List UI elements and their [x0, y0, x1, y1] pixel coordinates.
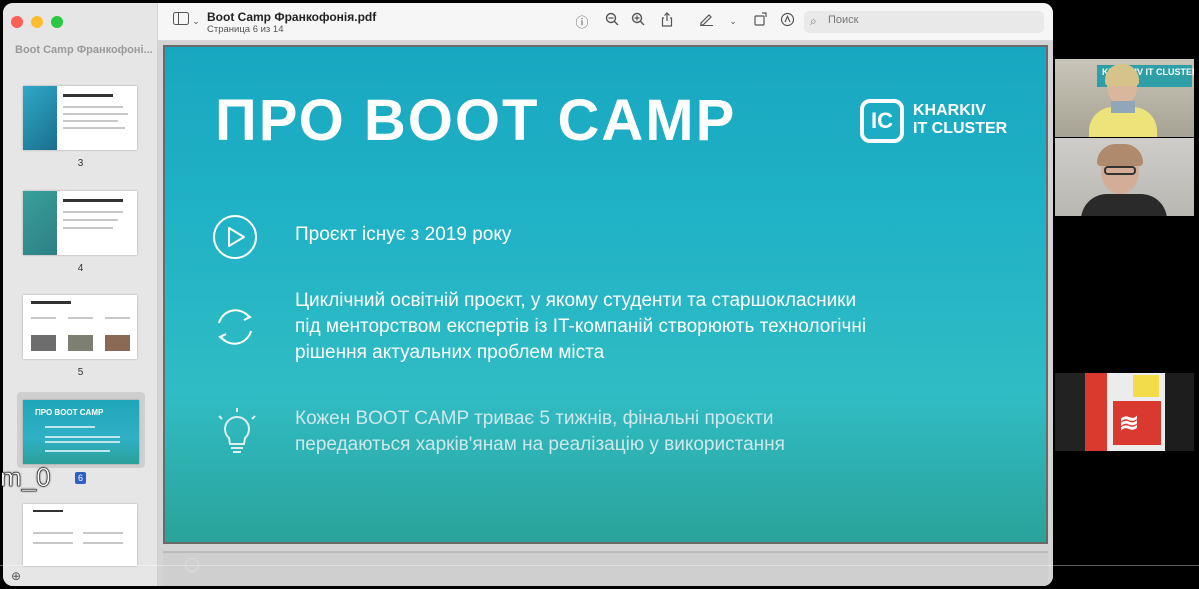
wall-shadow: [1165, 373, 1194, 451]
thumbnail-line: [63, 127, 125, 129]
page-thumbnail-4[interactable]: [23, 191, 137, 255]
thumbnail-heading: [63, 199, 123, 202]
lightbulb-icon: [215, 408, 259, 461]
overlay-label: m_0: [0, 462, 51, 493]
row-text-2: Циклічний освітній проєкт, у якому студе…: [295, 288, 866, 366]
toolbar: ⌄ Boot Camp Франкофонія.pdf Страница 6 и…: [158, 3, 1053, 41]
row-text-2-line-3: рішення актуальних проблем міста: [295, 342, 605, 363]
progress-knob[interactable]: [185, 558, 199, 572]
logo-line-2: IT CLUSTER: [913, 120, 1008, 137]
person-hair: [1105, 64, 1139, 86]
row-text-2-line-1: Циклічний освітній проєкт, у якому студе…: [295, 290, 857, 311]
zoom-window-button[interactable]: [51, 16, 63, 28]
page-number-4: 4: [77, 263, 84, 274]
thumbnail-line: [83, 532, 123, 534]
play-icon: [211, 213, 259, 266]
chevron-down-icon[interactable]: ⌄: [724, 16, 742, 27]
thumbnail-line: [45, 450, 110, 452]
zoom-in-icon[interactable]: [629, 12, 647, 29]
thumbnail-line: [45, 441, 120, 443]
poster-red-stripe: [1085, 373, 1107, 451]
kharkiv-it-cluster-logo: IC: [860, 99, 904, 143]
annotate-icon[interactable]: [778, 12, 796, 30]
thumbnail-sidebar: Boot Camp Франкофоні... 3 4 5 ПРО BOOT C…: [3, 3, 158, 586]
person-body: [1081, 194, 1167, 216]
search-field[interactable]: ⌕: [804, 11, 1044, 33]
rotate-icon[interactable]: [752, 12, 770, 29]
thumbnail-line: [68, 317, 93, 319]
page-thumbnail-3[interactable]: [23, 86, 137, 150]
page-indicator: Страница 6 из 14: [207, 24, 284, 35]
add-page-icon[interactable]: ⊕: [11, 569, 21, 583]
video-progress-bar[interactable]: [0, 565, 1199, 566]
thumbnail-line: [63, 120, 118, 122]
thumbnail-line: [33, 542, 73, 544]
slide-page-6: ПРО BOOT CAMP IC KHARKIV IT CLUSTER Проє…: [163, 45, 1048, 544]
person-hair: [1097, 144, 1143, 166]
thumbnail-heading: [31, 301, 71, 304]
thumbnail-image: [23, 191, 57, 255]
thumbnail-photo: [31, 335, 56, 351]
document-title: Boot Camp Франкофонія.pdf: [207, 10, 377, 24]
markup-pen-icon[interactable]: [697, 12, 715, 29]
thumbnail-line: [63, 227, 113, 229]
thumbnail-image: [23, 86, 57, 150]
page-number-3: 3: [77, 158, 84, 169]
document-view[interactable]: ПРО BOOT CAMP IC KHARKIV IT CLUSTER Проє…: [158, 41, 1053, 586]
page-thumbnail-5[interactable]: [23, 295, 137, 359]
thumbnail-line: [63, 211, 123, 213]
participant-video-3[interactable]: ≋: [1055, 373, 1194, 451]
chevron-down-icon[interactable]: ⌄: [187, 16, 205, 27]
page-thumbnail-7[interactable]: [23, 504, 137, 566]
participant-video-1[interactable]: KHARKIV IT CLUSTER: [1055, 59, 1194, 137]
slide-title: ПРО BOOT CAMP: [215, 88, 737, 153]
thumbnail-line: [83, 542, 123, 544]
cycle-icon: [211, 303, 259, 356]
window-controls: [11, 16, 63, 28]
thumbnail-line: [63, 219, 118, 221]
search-icon: ⌕: [810, 14, 817, 28]
logo-text: KHARKIV IT CLUSTER: [913, 102, 1007, 138]
thumbnail-line: [105, 317, 130, 319]
person-scarf: [1111, 101, 1135, 113]
search-input[interactable]: [828, 14, 1028, 26]
share-icon[interactable]: [658, 12, 676, 30]
sidebar-title: Boot Camp Франкофоні...: [15, 44, 153, 56]
zoom-out-icon[interactable]: [603, 12, 621, 29]
thumbnail-photo: [105, 335, 130, 351]
pdf-viewer-window: Boot Camp Франкофоні... 3 4 5 ПРО BOOT C…: [3, 3, 1053, 586]
row-text-3: Кожен BOOT CAMP триває 5 тижнів, фінальн…: [295, 406, 785, 458]
page-number-5: 5: [77, 367, 84, 378]
thumbnail-line: [45, 426, 95, 428]
poster-yellow-block: [1133, 375, 1159, 397]
pattern-icon: ≋: [1119, 410, 1140, 437]
minimize-window-button[interactable]: [31, 16, 43, 28]
thumbnail-line: [31, 317, 56, 319]
page-thumbnail-6[interactable]: ПРО BOOT CAMP: [23, 400, 139, 464]
row-text-1: Проєкт існує з 2019 року: [295, 224, 512, 245]
close-window-button[interactable]: [11, 16, 23, 28]
thumbnail-heading: [33, 510, 63, 512]
row-text-3-line-1: Кожен BOOT CAMP триває 5 тижнів, фінальн…: [295, 408, 774, 429]
thumbnail-heading: ПРО BOOT CAMP: [35, 408, 104, 417]
thumbnail-heading: [63, 94, 113, 97]
logo-line-1: KHARKIV: [913, 102, 986, 119]
row-text-3-line-2: передаються харків'янам на реалізацію у …: [295, 434, 785, 455]
row-text-2-line-2: під менторством експертів із IT-компаній…: [295, 316, 867, 337]
participant-video-2[interactable]: [1055, 138, 1194, 216]
info-icon[interactable]: ⓘ: [573, 12, 591, 31]
glasses-icon: [1104, 166, 1136, 175]
thumbnail-line: [63, 113, 128, 115]
thumbnail-line: [63, 106, 123, 108]
next-page-preview: [163, 551, 1048, 586]
thumbnail-line: [45, 436, 120, 438]
thumbnail-line: [33, 532, 73, 534]
thumbnail-photo: [68, 335, 93, 351]
